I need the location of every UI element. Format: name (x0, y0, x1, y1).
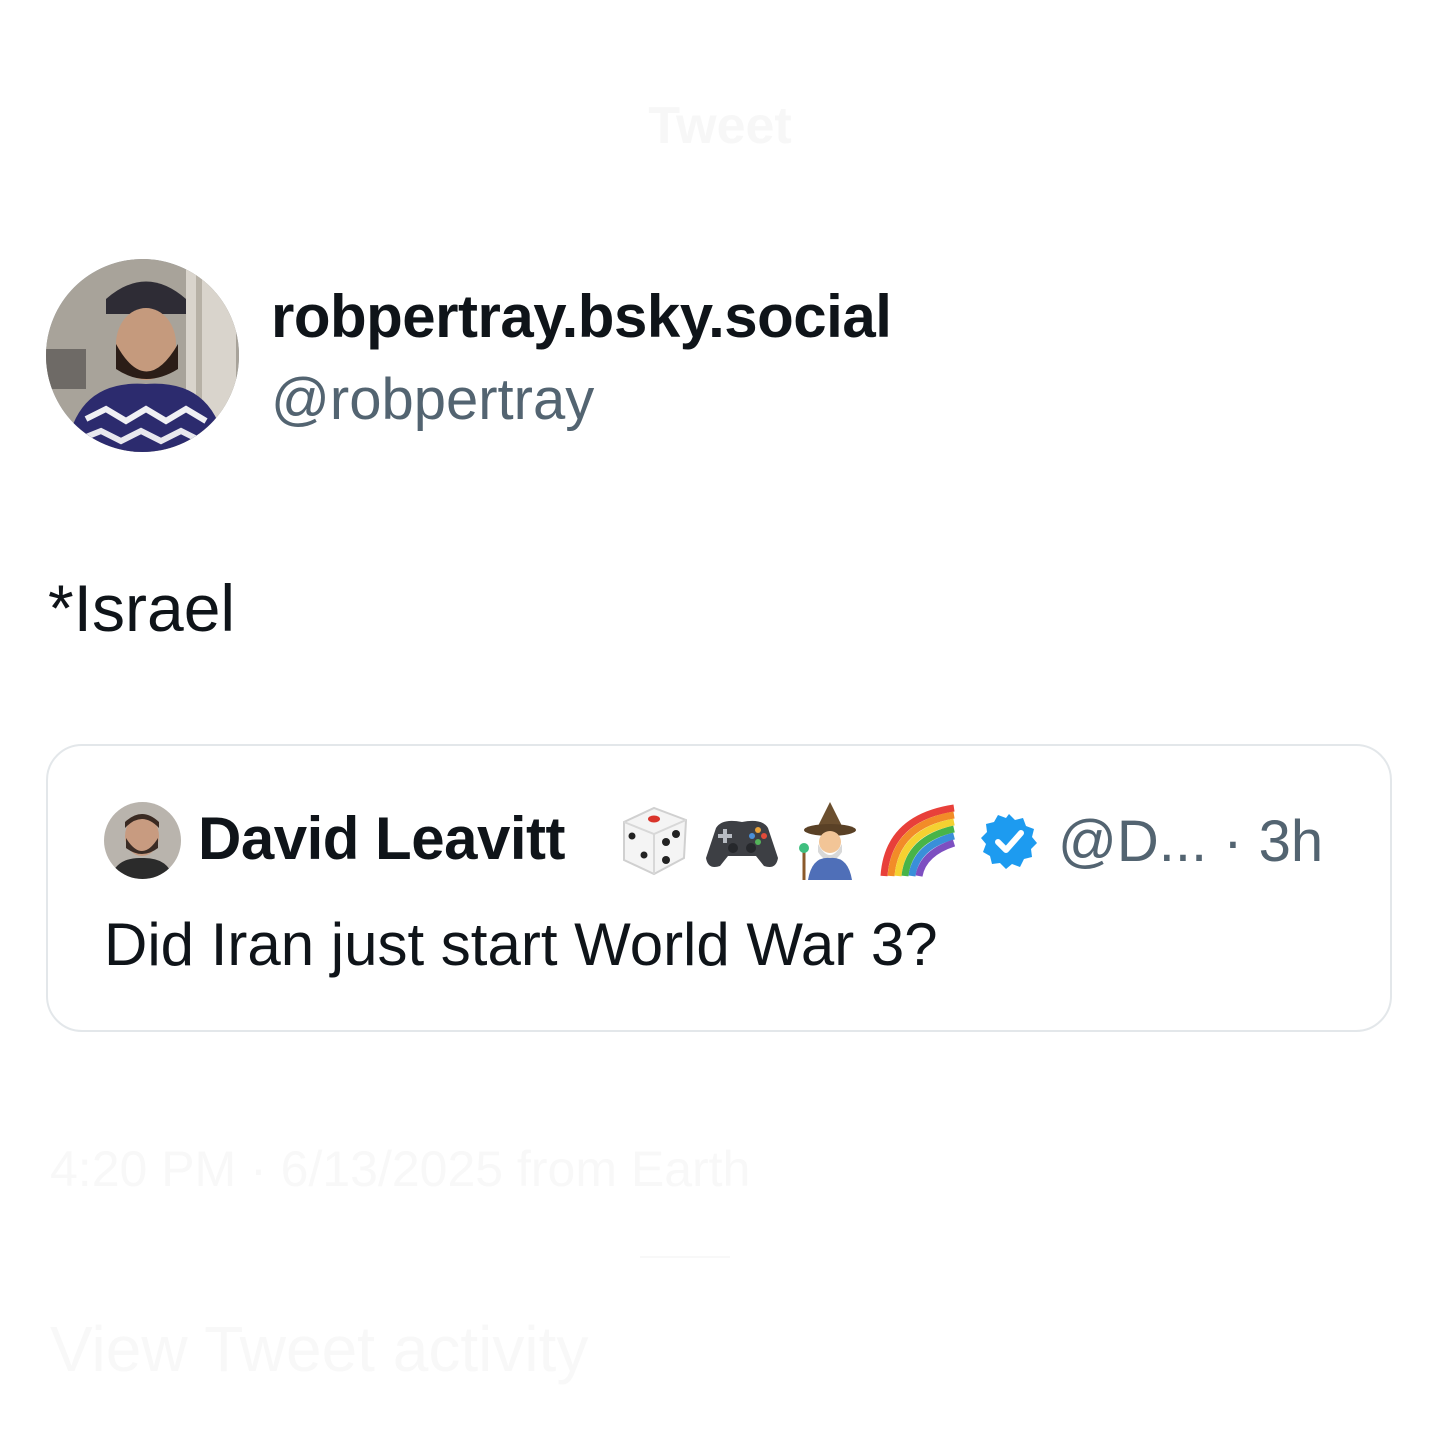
author-display-name[interactable]: robpertray.bsky.social (271, 282, 892, 351)
author-avatar[interactable] (46, 259, 239, 452)
divider (640, 1256, 730, 1258)
game-die-icon (614, 800, 694, 880)
quoted-post-text: Did Iran just start World War 3? (104, 911, 938, 978)
rainbow-icon (878, 800, 958, 880)
page-title: Tweet (648, 97, 792, 155)
quoted-author-name: David Leavitt (198, 805, 565, 872)
mage-icon (790, 800, 870, 880)
post-text: *Israel (48, 571, 236, 645)
view-activity-link[interactable]: View Tweet activity (50, 1312, 588, 1386)
quoted-handle-time: @D... · 3h (1058, 809, 1324, 874)
author-handle[interactable]: @robpertray (271, 366, 594, 433)
verified-badge-icon (980, 812, 1038, 870)
post-timestamp: 4:20 PM · 6/13/2025 from Earth (50, 1141, 751, 1197)
video-game-icon (702, 800, 782, 880)
quoted-post-card[interactable]: David Leavitt @D... · 3h Did Iran just s… (46, 744, 1392, 1032)
quoted-author-avatar (104, 802, 181, 879)
